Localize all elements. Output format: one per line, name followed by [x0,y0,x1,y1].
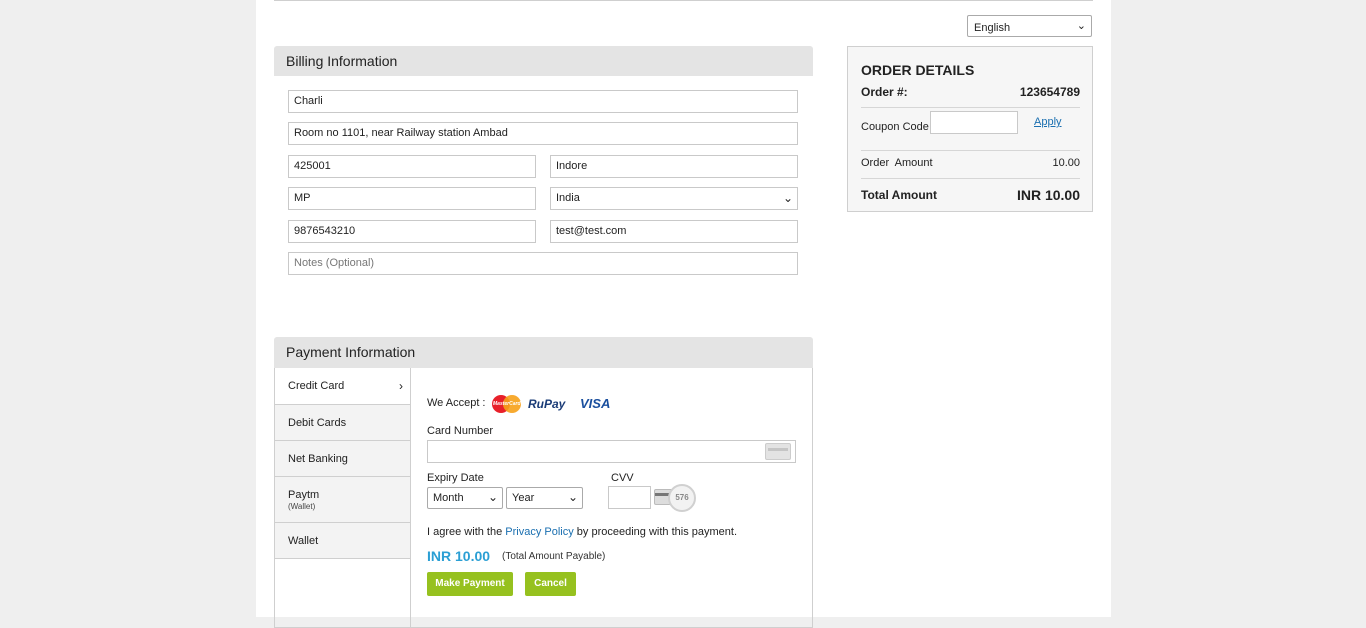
top-divider [274,0,1093,1]
agree-suffix: by proceeding with this payment. [573,526,738,538]
coupon-input[interactable] [930,111,1018,134]
payable-amount-note: (Total Amount Payable) [502,551,606,562]
agreement-text: I agree with the Privacy Policy by proce… [427,526,737,538]
country-value: India [556,192,580,204]
agree-prefix: I agree with the [427,526,506,538]
card-number-label: Card Number [427,425,494,437]
payment-header: Payment Information [274,337,813,368]
zip-field[interactable]: 425001 [288,155,536,178]
language-select[interactable]: English ⌄ [967,15,1092,37]
cvv-hint-icon: 576 [654,484,698,512]
checkout-page: English ⌄ Billing Information Charli Roo… [256,0,1111,628]
cvv-input[interactable] [608,486,651,509]
total-amount-label: Total Amount [861,188,937,202]
tab-credit-card[interactable]: Credit Card › [275,368,410,405]
tab-wallet[interactable]: Wallet [275,523,410,559]
name-field[interactable]: Charli [288,90,798,113]
tab-paytm[interactable]: Paytm (Wallet) [275,477,410,523]
rupay-text: RuPay [528,397,566,411]
apply-link[interactable]: Apply [1034,116,1062,128]
address-field[interactable]: Room no 1101, near Railway station Ambad [288,122,798,145]
cancel-button[interactable]: Cancel [525,572,576,596]
tab-label: Credit Card [288,380,345,392]
cvv-sample: 576 [668,484,696,512]
payable-amount: INR 10.00 [427,548,491,564]
tab-sublabel: (Wallet) [288,502,316,511]
tab-label: Net Banking [288,453,348,465]
make-payment-button[interactable]: Make Payment [427,572,513,596]
card-number-input[interactable] [427,440,796,463]
phone-field[interactable]: 9876543210 [288,220,536,243]
billing-header: Billing Information [274,46,813,76]
order-details-title: ORDER DETAILS [861,62,975,78]
expiry-year-select[interactable]: Year ⌄ [506,487,583,509]
order-number-label: Order #: [861,85,908,99]
credit-card-icon [765,443,791,460]
tab-net-banking[interactable]: Net Banking [275,441,410,477]
notes-field[interactable]: Notes (Optional) [288,252,798,275]
tab-label: Debit Cards [288,417,347,429]
visa-icon: VISA [580,396,611,411]
divider [861,150,1080,151]
chevron-down-icon: ⌄ [782,191,793,205]
order-details-panel: ORDER DETAILS Order #: 123654789 Coupon … [847,46,1093,212]
divider [861,178,1080,179]
tab-label: Wallet [288,535,319,547]
coupon-label: Coupon Code [861,121,929,133]
order-number-value: 123654789 [1019,85,1080,99]
rupay-icon: RuPay [528,397,565,411]
year-value: Year [512,492,535,504]
language-value: English [974,22,1011,34]
payment-tabs: Credit Card › Debit Cards Net Banking Pa… [275,368,411,628]
month-value: Month [433,492,464,504]
tab-debit-cards[interactable]: Debit Cards [275,405,410,441]
payment-panel: Credit Card › Debit Cards Net Banking Pa… [274,368,813,628]
order-amount-value: 10.00 [1052,157,1080,169]
privacy-policy-link[interactable]: Privacy Policy [505,526,573,538]
order-amount-label: Order Amount [861,157,933,169]
credit-card-form: We Accept : MasterCard RuPay VISA Card N… [427,368,797,618]
city-field[interactable]: Indore [550,155,798,178]
chevron-right-icon: › [399,379,403,393]
country-select[interactable]: India ⌄ [550,187,798,210]
email-field[interactable]: test@test.com [550,220,798,243]
expiry-label: Expiry Date [427,472,484,484]
state-field[interactable]: MP [288,187,536,210]
tab-label: Paytm [288,489,320,501]
total-amount-value: INR 10.00 [1016,187,1080,203]
mastercard-icon: MasterCard [492,395,522,413]
expiry-month-select[interactable]: Month ⌄ [427,487,503,509]
chevron-down-icon: ⌄ [567,490,578,504]
chevron-down-icon: ⌄ [487,490,498,504]
we-accept-label: We Accept : [427,397,486,409]
divider [861,107,1080,108]
chevron-down-icon: ⌄ [1076,20,1086,32]
mastercard-text: MasterCard [493,401,521,407]
cvv-label: CVV [611,472,634,484]
